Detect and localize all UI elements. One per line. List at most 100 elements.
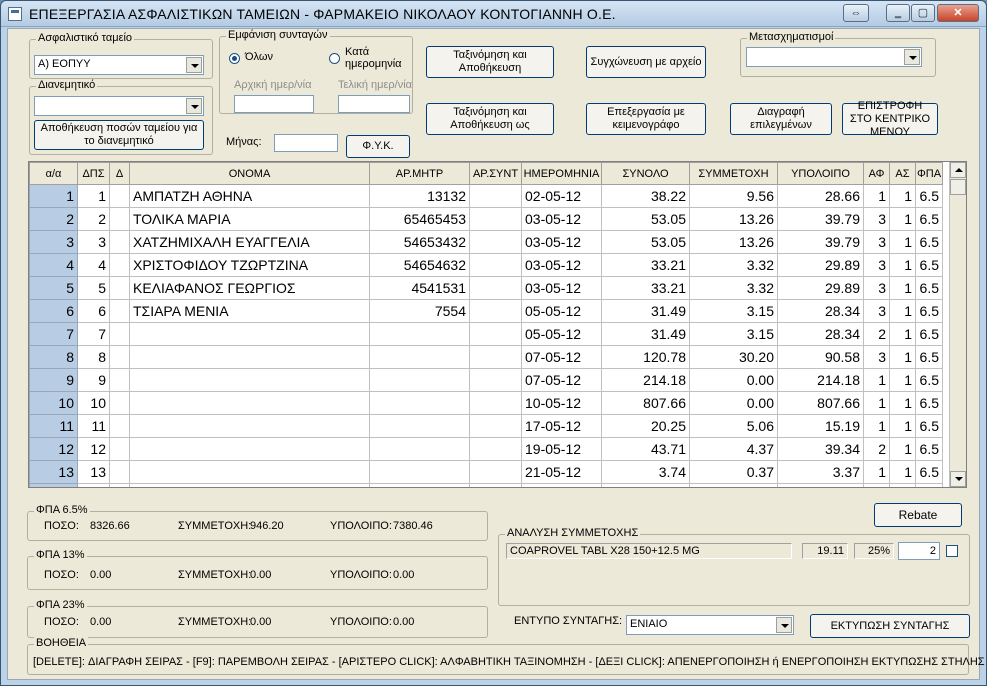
grid-cell[interactable]: 29.89 bbox=[777, 276, 864, 300]
grid-scrollbar[interactable] bbox=[949, 162, 966, 487]
grid-cell[interactable] bbox=[469, 437, 522, 461]
grid-cell[interactable]: ΧΡΙΣΤΟΦΙΔΟΥ ΤΖΩΡΤΖΙΝΑ bbox=[129, 253, 370, 277]
month-input[interactable] bbox=[274, 134, 338, 152]
grid-cell[interactable]: 5 bbox=[77, 276, 110, 300]
grid-cell[interactable]: 807.66 bbox=[601, 391, 690, 415]
table-row[interactable]: 4 4 ΧΡΙΣΤΟΦΙΔΟΥ ΤΖΩΡΤΖΙΝΑ 54654632 03-05-12 3… bbox=[29, 253, 943, 277]
grid-cell[interactable]: 10-05-12 bbox=[521, 391, 602, 415]
grid-cell[interactable] bbox=[129, 368, 370, 392]
chevron-down-icon[interactable] bbox=[904, 49, 920, 65]
grid-cell[interactable]: 02-05-12 bbox=[521, 184, 602, 208]
grid-col-header[interactable]: ΗΜΕΡΟΜΗΝΙΑ bbox=[521, 162, 602, 185]
table-row[interactable]: 13 13 21-05-12 3.74 0.37 3.37 1 1 6.5 bbox=[29, 460, 943, 484]
grid-cell[interactable] bbox=[109, 207, 130, 231]
grid-cell[interactable]: ΤΟΛΙΚΑ ΜΑΡΙΑ bbox=[129, 207, 370, 231]
grid-cell[interactable]: 13.26 bbox=[689, 207, 778, 231]
grid-cell[interactable]: 1 bbox=[77, 184, 110, 208]
grid-cell[interactable]: 13.26 bbox=[689, 230, 778, 254]
grid-cell[interactable]: 1 bbox=[889, 184, 916, 208]
grid-cell[interactable]: 9 bbox=[29, 368, 78, 392]
grid-cell[interactable]: 43.71 bbox=[601, 437, 690, 461]
grid-cell[interactable]: 6.5 bbox=[915, 207, 943, 231]
grid-cell[interactable]: 2 bbox=[77, 207, 110, 231]
maximize-icon[interactable]: ▢ bbox=[911, 4, 935, 22]
grid-cell[interactable]: 13 bbox=[77, 483, 110, 487]
grid-cell[interactable]: 2 bbox=[863, 322, 890, 346]
grid-cell[interactable] bbox=[109, 276, 130, 300]
form-select[interactable]: ΕΝΙΑΙΟ bbox=[626, 615, 794, 635]
fund-select[interactable]: Α) ΕΟΠΥΥ bbox=[34, 55, 204, 75]
grid-cell[interactable]: 19-05-12 bbox=[521, 437, 602, 461]
grid-cell[interactable]: 39.34 bbox=[777, 437, 864, 461]
table-row[interactable]: 12 12 19-05-12 43.71 4.37 39.34 2 1 6.5 bbox=[29, 437, 943, 461]
grid-col-header[interactable]: ΥΠΟΛΟΙΠΟ bbox=[777, 162, 864, 185]
grid-cell[interactable]: 1 bbox=[889, 276, 916, 300]
grid-cell[interactable]: 53.05 bbox=[601, 207, 690, 231]
analysis-checkbox[interactable] bbox=[946, 545, 958, 557]
grid-cell[interactable]: 39.79 bbox=[777, 230, 864, 254]
grid-cell[interactable] bbox=[109, 368, 130, 392]
grid-cell[interactable]: 1 bbox=[889, 368, 916, 392]
grid-col-header[interactable]: ΔΠΣ bbox=[77, 162, 110, 185]
grid-cell[interactable] bbox=[369, 460, 470, 484]
grid-cell[interactable] bbox=[109, 414, 130, 438]
grid-cell[interactable]: 1 bbox=[889, 207, 916, 231]
grid-cell[interactable]: 90.58 bbox=[777, 345, 864, 369]
grid-cell[interactable]: 31.49 bbox=[601, 299, 690, 323]
grid-cell[interactable]: 9 bbox=[77, 368, 110, 392]
grid-cell[interactable] bbox=[109, 322, 130, 346]
grid-cell[interactable]: 03-05-12 bbox=[521, 253, 602, 277]
grid-cell[interactable]: 33.21 bbox=[601, 253, 690, 277]
grid-cell[interactable] bbox=[369, 414, 470, 438]
grid-cell[interactable] bbox=[469, 207, 522, 231]
grid-cell[interactable]: ΧΑΤΖΗΜΙΧΑΛΗ ΕΥΑΓΓΕΛΙΑ bbox=[129, 230, 370, 254]
grid-cell[interactable]: 8 bbox=[77, 345, 110, 369]
grid-col-header[interactable]: ΑΣ bbox=[889, 162, 916, 185]
end-date-input[interactable] bbox=[338, 95, 410, 113]
grid-cell[interactable]: 11 bbox=[29, 414, 78, 438]
grid-cell[interactable] bbox=[129, 460, 370, 484]
grid-cell[interactable] bbox=[369, 391, 470, 415]
grid-cell[interactable]: 54654632 bbox=[369, 253, 470, 277]
grid-cell[interactable]: 28.66 bbox=[777, 184, 864, 208]
grid-cell[interactable]: 29.89 bbox=[777, 253, 864, 277]
grid-cell[interactable]: 3 bbox=[863, 345, 890, 369]
grid-cell[interactable]: 2 bbox=[863, 483, 890, 487]
table-row[interactable]: 5 5 ΚΕΛΙΑΦΑΝΟΣ ΓΕΩΡΓΙΟΣ 4541531 03-05-12 33.2… bbox=[29, 276, 943, 300]
table-row[interactable]: 3 3 ΧΑΤΖΗΜΙΧΑΛΗ ΕΥΑΓΓΕΛΙΑ 54653432 03-05-12 5… bbox=[29, 230, 943, 254]
grid-cell[interactable]: 6.5 bbox=[915, 368, 943, 392]
close-icon[interactable]: ✕ bbox=[937, 4, 979, 22]
grid-cell[interactable]: 3 bbox=[863, 230, 890, 254]
grid-cell[interactable]: 07-05-12 bbox=[521, 368, 602, 392]
grid-cell[interactable]: 3 bbox=[863, 276, 890, 300]
grid-cell[interactable]: 0.00 bbox=[689, 368, 778, 392]
grid-cell[interactable]: 2 bbox=[29, 207, 78, 231]
grid-cell[interactable]: 1 bbox=[889, 230, 916, 254]
grid-cell[interactable]: 03-05-12 bbox=[521, 230, 602, 254]
grid-cell[interactable]: 214.18 bbox=[777, 368, 864, 392]
grid-cell[interactable]: 6.5 bbox=[915, 322, 943, 346]
grid-cell[interactable]: 7 bbox=[77, 322, 110, 346]
grid-cell[interactable]: 6 bbox=[29, 299, 78, 323]
grid-cell[interactable]: 9.56 bbox=[689, 184, 778, 208]
sort-save-button[interactable]: Ταξινόμηση και Αποθήκευση bbox=[426, 46, 554, 78]
grid-cell[interactable]: 1 bbox=[863, 391, 890, 415]
grid-cell[interactable]: 3 bbox=[29, 230, 78, 254]
grid-cell[interactable]: 1 bbox=[889, 460, 916, 484]
grid-cell[interactable] bbox=[109, 184, 130, 208]
table-row[interactable]: 1413 21-05-126.991.755.24216.5 bbox=[29, 483, 943, 487]
switch-icon[interactable]: ⇔ bbox=[843, 4, 869, 22]
grid-cell[interactable] bbox=[109, 299, 130, 323]
edit-word-button[interactable]: Επεξεργασία με κειμενογράφο bbox=[586, 103, 706, 135]
grid-cell[interactable]: 03-05-12 bbox=[521, 207, 602, 231]
grid-cell[interactable]: 7554 bbox=[369, 299, 470, 323]
grid-cell[interactable]: 6.5 bbox=[915, 437, 943, 461]
grid-cell[interactable]: 4.37 bbox=[689, 437, 778, 461]
grid-cell[interactable]: 6.99 bbox=[601, 483, 690, 487]
grid-cell[interactable] bbox=[469, 184, 522, 208]
grid-cell[interactable]: ΚΕΛΙΑΦΑΝΟΣ ΓΕΩΡΓΙΟΣ bbox=[129, 276, 370, 300]
grid-col-header[interactable]: ΑΡ.ΜΗΤΡ bbox=[369, 162, 470, 185]
view-all-radio[interactable] bbox=[229, 53, 240, 64]
grid-cell[interactable]: 6.5 bbox=[915, 253, 943, 277]
grid-cell[interactable]: 13 bbox=[29, 460, 78, 484]
